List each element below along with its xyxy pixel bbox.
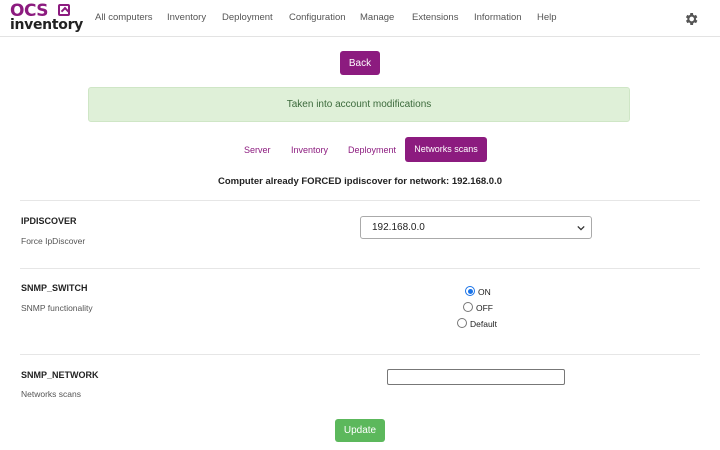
update-button[interactable]: Update [335,419,385,442]
nav-all-computers[interactable]: All computers [95,12,153,23]
top-navbar: OCS inventory All computers Inventory De… [0,0,720,37]
gear-icon[interactable] [683,11,699,27]
ocs-inventory-logo[interactable]: OCS inventory [10,3,83,33]
logo-inventory-text: inventory [10,17,83,33]
ipdiscover-status-text: Computer already FORCED ipdiscover for n… [217,176,503,187]
radio-default[interactable]: Default [457,318,497,329]
radio-on[interactable]: ON [465,286,491,297]
alert-message: Taken into account modifications [286,99,432,110]
nav-inventory[interactable]: Inventory [167,12,206,23]
radio-on-label: ON [478,287,491,297]
snmp-switch-description: SNMP functionality [21,303,93,313]
section-divider [20,268,700,269]
nav-information[interactable]: Information [474,12,522,23]
snmp-network-input[interactable] [387,369,565,385]
ipdiscover-select[interactable]: 192.168.0.0 [360,216,592,239]
nav-deployment[interactable]: Deployment [222,12,273,23]
section-divider [20,200,700,201]
logo-box-icon [58,4,70,16]
ipdiscover-description: Force IpDiscover [21,236,86,246]
nav-help[interactable]: Help [537,12,557,23]
nav-extensions[interactable]: Extensions [412,12,458,23]
radio-on-button[interactable] [465,286,475,296]
snmp-network-label: SNMP_NETWORK [21,370,99,380]
radio-off-label: OFF [476,303,493,313]
tab-server[interactable]: Server [244,145,271,155]
snmp-switch-label: SNMP_SWITCH [21,283,88,293]
radio-off-button[interactable] [463,302,473,312]
section-divider [20,354,700,355]
nav-manage[interactable]: Manage [360,12,394,23]
success-alert: Taken into account modifications [88,87,630,122]
radio-default-button[interactable] [457,318,467,328]
radio-off[interactable]: OFF [463,302,493,313]
tab-inventory[interactable]: Inventory [291,145,328,155]
chevron-down-icon [577,225,585,231]
tab-deployment[interactable]: Deployment [348,145,396,155]
ipdiscover-selected-value: 192.168.0.0 [372,222,425,233]
radio-default-label: Default [470,319,497,329]
back-button[interactable]: Back [340,51,380,75]
tab-networks-scans[interactable]: Networks scans [405,137,487,162]
nav-configuration[interactable]: Configuration [289,12,346,23]
snmp-network-description: Networks scans [21,389,81,399]
ipdiscover-label: IPDISCOVER [21,216,77,226]
